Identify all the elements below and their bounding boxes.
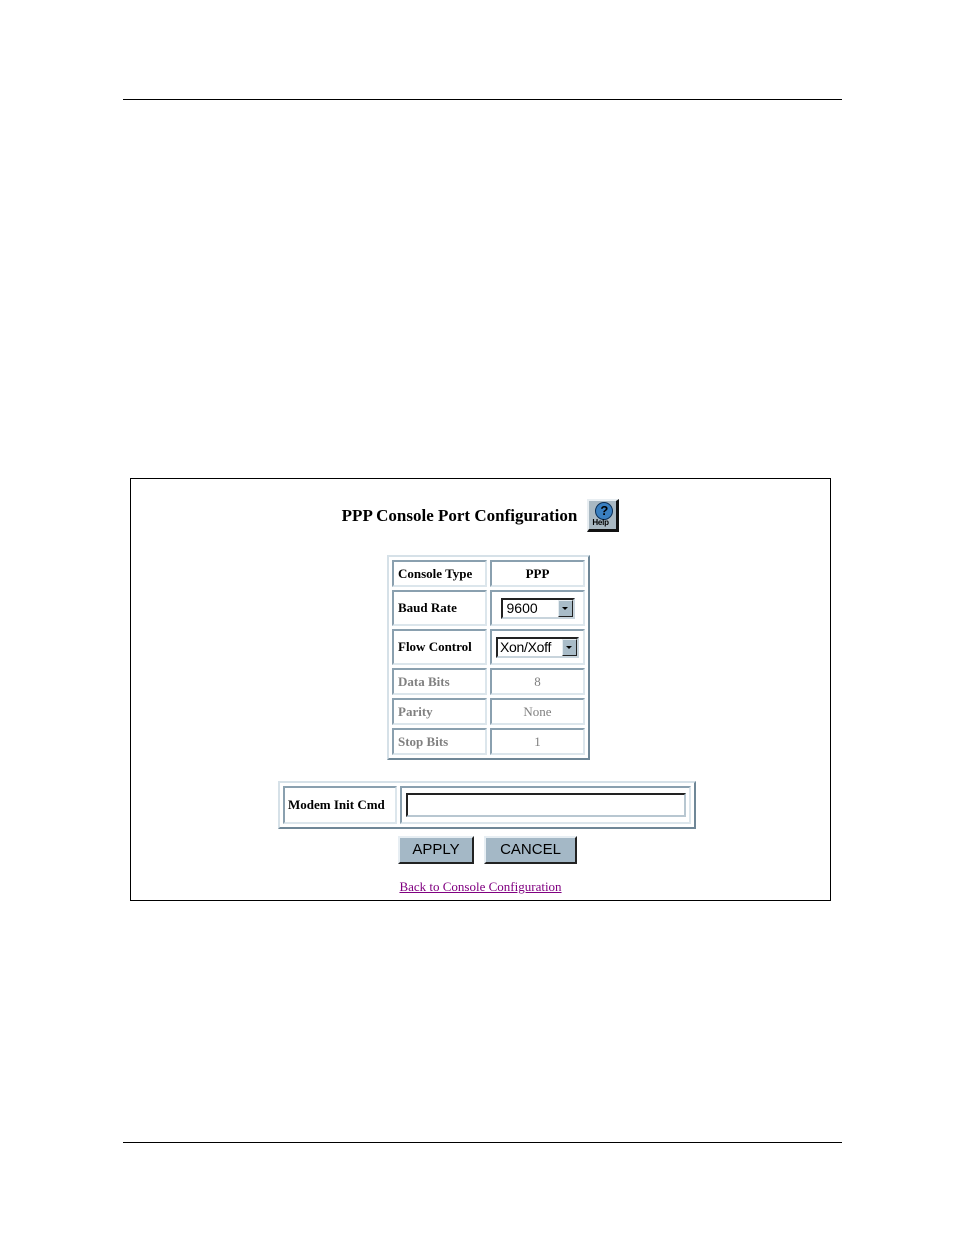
baud-rate-label: Baud Rate [392, 590, 487, 626]
baud-rate-cell: 9600 [490, 590, 585, 626]
help-button-label: Help [592, 517, 609, 527]
console-type-label: Console Type [392, 560, 487, 587]
chevron-down-icon[interactable] [562, 638, 577, 656]
console-config-table: Console Type PPP Baud Rate 9600 Flow Con… [387, 555, 590, 760]
flow-control-cell: Xon/Xoff [490, 629, 585, 665]
modem-init-table: Modem Init Cmd [278, 781, 696, 829]
table-row-data-bits: Data Bits 8 [392, 668, 585, 695]
chevron-down-icon[interactable] [557, 599, 573, 617]
modem-init-label: Modem Init Cmd [283, 786, 397, 824]
back-link-row: Back to Console Configuration [131, 879, 830, 895]
table-row-console-type: Console Type PPP [392, 560, 585, 587]
stop-bits-label: Stop Bits [392, 728, 487, 755]
modem-init-cell [400, 786, 691, 824]
table-row-baud-rate: Baud Rate 9600 [392, 590, 585, 626]
parity-value: None [490, 698, 585, 725]
apply-button[interactable]: APPLY [398, 836, 474, 864]
help-button[interactable]: ? Help [587, 498, 620, 532]
cancel-button[interactable]: CANCEL [484, 836, 577, 864]
header-rule [123, 99, 842, 100]
table-row-flow-control: Flow Control Xon/Xoff [392, 629, 585, 665]
baud-rate-selected-value: 9600 [506, 599, 538, 616]
modem-init-input[interactable] [406, 793, 686, 817]
baud-rate-select[interactable]: 9600 [500, 597, 575, 619]
table-row-modem-init: Modem Init Cmd [283, 786, 691, 824]
flow-control-selected-value: Xon/Xoff [500, 638, 552, 655]
console-type-value: PPP [490, 560, 585, 587]
footer-rule [123, 1142, 842, 1143]
flow-control-select[interactable]: Xon/Xoff [496, 636, 579, 658]
parity-label: Parity [392, 698, 487, 725]
table-row-stop-bits: Stop Bits 1 [392, 728, 585, 755]
page-title: PPP Console Port Configuration [341, 506, 578, 525]
stop-bits-value: 1 [490, 728, 585, 755]
title-row: PPP Console Port Configuration ? Help [131, 496, 830, 534]
action-buttons: APPLY CANCEL [398, 836, 577, 864]
screenshot-frame: PPP Console Port Configuration ? Help Co… [130, 478, 831, 901]
back-to-console-configuration-link[interactable]: Back to Console Configuration [399, 879, 561, 894]
data-bits-label: Data Bits [392, 668, 487, 695]
flow-control-label: Flow Control [392, 629, 487, 665]
data-bits-value: 8 [490, 668, 585, 695]
table-row-parity: Parity None [392, 698, 585, 725]
